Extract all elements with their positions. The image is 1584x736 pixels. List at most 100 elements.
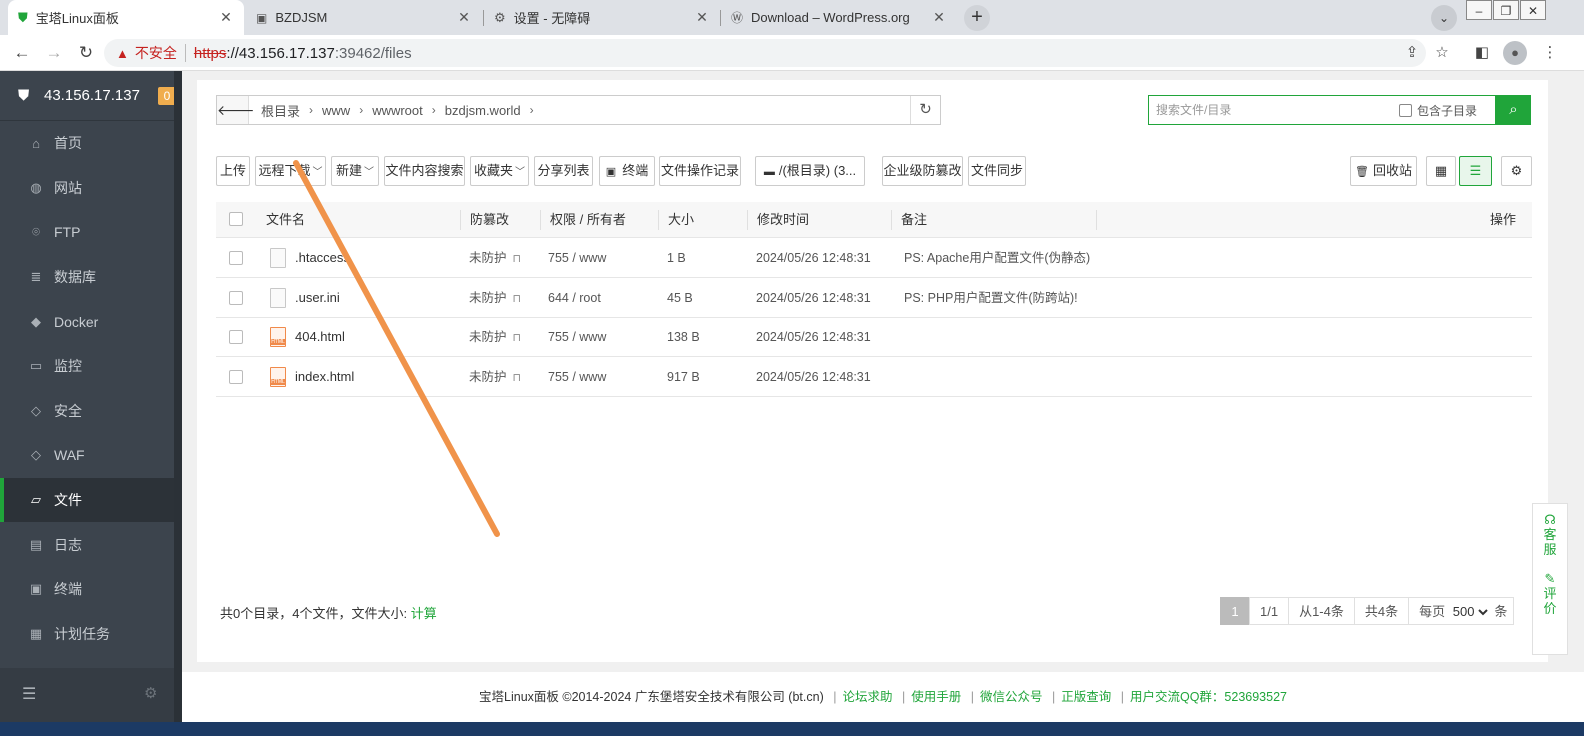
sidebar-item-5[interactable]: ▭ 监控 xyxy=(0,344,174,389)
close-icon[interactable]: ✕ xyxy=(931,9,947,26)
forward-icon[interactable]: → xyxy=(42,41,66,65)
per-page-label: 每页 xyxy=(1419,604,1446,619)
upload-button[interactable]: 上传 xyxy=(216,156,250,186)
new-button[interactable]: 新建 ﹀ xyxy=(331,156,379,186)
row-checkbox[interactable] xyxy=(229,251,243,265)
col-size[interactable]: 大小 xyxy=(668,202,694,238)
search-icon[interactable]: ⌕ xyxy=(1496,95,1531,125)
file-note[interactable]: PS: PHP用户配置文件(防跨站)! xyxy=(904,278,1078,318)
row-checkbox[interactable] xyxy=(229,369,243,384)
refresh-icon[interactable]: ↻ xyxy=(910,96,940,124)
qq-group-link[interactable]: 用户交流QQ群：523693527 xyxy=(1130,690,1287,704)
sidebar-item-4[interactable]: ◆ Docker xyxy=(0,299,174,344)
permission[interactable]: 755 / www xyxy=(548,238,606,278)
breadcrumb-item[interactable]: wwwroot xyxy=(366,103,429,118)
permission[interactable]: 644 / root xyxy=(548,278,601,318)
back-icon[interactable]: ← xyxy=(10,41,34,65)
search-input[interactable] xyxy=(1149,97,1399,123)
content-search-button[interactable]: 文件内容搜索 xyxy=(384,156,465,186)
breadcrumb-item[interactable]: bzdjsm.world xyxy=(439,103,527,118)
new-tab-button[interactable]: + xyxy=(964,5,990,31)
unlock-icon[interactable]: ⊓ xyxy=(513,253,522,265)
tab-bzdjsm[interactable]: ▣ BZDJSM ✕ xyxy=(246,0,482,35)
license-link[interactable]: 正版查询 xyxy=(1061,690,1111,704)
col-name[interactable]: 文件名 xyxy=(266,202,305,238)
list-view-icon[interactable]: ☰ xyxy=(1459,156,1492,186)
close-window-icon[interactable]: ✕ xyxy=(1520,0,1546,20)
col-mtime[interactable]: 修改时间 xyxy=(757,202,809,238)
per-page-select[interactable]: 500 xyxy=(1448,599,1491,624)
sidebar-item-11[interactable]: ▦ 计划任务 xyxy=(0,612,174,657)
op-log-button[interactable]: 文件操作记录 xyxy=(659,156,741,186)
customer-service-button[interactable]: ☊ 客服 xyxy=(1533,504,1567,557)
table-row[interactable]: 404.html 未防护⊓ 755 / www 138 B 2024/05/26 12:… xyxy=(216,317,1532,358)
review-button[interactable]: ✎ 评价 xyxy=(1533,557,1567,616)
page-current[interactable]: 1 xyxy=(1220,597,1250,625)
security-label[interactable]: 不安全 xyxy=(135,43,177,63)
tab-wordpress[interactable]: Ⓦ Download – WordPress.org ✕ xyxy=(721,0,957,35)
favorites-button[interactable]: 收藏夹 ﹀ xyxy=(470,156,529,186)
breadcrumb-item[interactable]: www xyxy=(316,103,356,118)
tab-settings[interactable]: ⚙ 设置 - 无障碍 ✕ xyxy=(484,0,720,35)
sidebar-item-2[interactable]: ⌾ FTP xyxy=(0,210,174,255)
restore-icon[interactable]: ❐ xyxy=(1493,0,1519,20)
manual-link[interactable]: 使用手册 xyxy=(911,690,961,704)
share-icon[interactable]: ⇪ xyxy=(1400,41,1424,65)
tab-search-icon[interactable]: ⌄ xyxy=(1431,5,1457,31)
permission[interactable]: 755 / www xyxy=(548,357,606,397)
grid-view-icon[interactable]: ▦ xyxy=(1426,156,1456,186)
collapse-menu-icon[interactable]: ☰ xyxy=(22,684,36,704)
permission[interactable]: 755 / www xyxy=(548,317,606,357)
menu-icon[interactable]: ⋮ xyxy=(1538,41,1562,65)
share-list-button[interactable]: 分享列表 xyxy=(534,156,593,186)
recycle-bin-button[interactable]: 🗑 回收站 xyxy=(1350,156,1417,186)
sidebar-item-3[interactable]: ≣ 数据库 xyxy=(0,255,174,300)
sidebar-item-8[interactable]: ▱ 文件 xyxy=(0,477,174,523)
settings-gear-icon[interactable]: ⚙ xyxy=(144,684,157,702)
remote-download-button[interactable]: 远程下载 ﹀ xyxy=(255,156,326,186)
file-note[interactable]: PS: Apache用户配置文件(伪静态) xyxy=(904,238,1090,278)
include-subdir-checkbox[interactable]: 包含子目录 xyxy=(1399,102,1477,119)
terminal-button[interactable]: ▣ 终端 xyxy=(599,156,655,186)
settings-icon[interactable]: ⚙ xyxy=(1501,156,1532,186)
file-name[interactable]: .user.ini xyxy=(295,278,340,318)
sidebar-item-1[interactable]: ◍ 网站 xyxy=(0,166,174,211)
sidebar-item-9[interactable]: ▤ 日志 xyxy=(0,522,174,567)
table-row[interactable]: .htaccess 未防护 ⊓ 755 / www 1 B 2024/05/26 12:4… xyxy=(216,238,1532,278)
wechat-link[interactable]: 微信公众号 xyxy=(980,690,1043,704)
back-arrow-icon[interactable]: 🡐 xyxy=(217,96,255,124)
reload-icon[interactable]: ↻ xyxy=(74,41,98,65)
file-name[interactable]: index.html xyxy=(295,357,354,397)
calculate-link[interactable]: 计算 xyxy=(411,606,437,621)
file-name[interactable]: 404.html xyxy=(295,317,345,357)
bookmark-star-icon[interactable]: ☆ xyxy=(1430,41,1454,65)
profile-avatar[interactable]: ● xyxy=(1503,41,1527,65)
table-row[interactable]: .user.ini 未防护 ⊓ 644 / root 45 B 2024/05/26 12… xyxy=(216,278,1532,318)
close-icon[interactable]: ✕ xyxy=(694,9,710,26)
forum-link[interactable]: 论坛求助 xyxy=(842,690,892,704)
unlock-icon[interactable]: ⊓ xyxy=(513,293,522,305)
file-name[interactable]: .htaccess xyxy=(295,238,350,278)
file-sync-button[interactable]: 文件同步 xyxy=(968,156,1026,186)
side-panel-icon[interactable]: ◧ xyxy=(1470,41,1494,65)
disk-button[interactable]: ▬/(根目录) (3... xyxy=(755,156,865,186)
tab-baota[interactable]: ⛊ 宝塔Linux面板 ✕ xyxy=(8,0,244,35)
sidebar-item-7[interactable]: ◇ WAF xyxy=(0,433,174,478)
row-checkbox[interactable] xyxy=(229,330,243,345)
sidebar-item-0[interactable]: ⌂ 首页 xyxy=(0,121,174,166)
close-icon[interactable]: ✕ xyxy=(218,9,234,26)
breadcrumb-item[interactable]: 根目录 xyxy=(255,101,306,120)
close-icon[interactable]: ✕ xyxy=(456,9,472,26)
sidebar-item-6[interactable]: ◇ 安全 xyxy=(0,389,174,434)
table-row[interactable]: index.html 未防护⊓ 755 / www 917 B 2024/05/26 1… xyxy=(216,357,1532,397)
select-all-checkbox[interactable] xyxy=(229,212,243,226)
unlock-icon[interactable]: ⊓ xyxy=(513,372,522,384)
minimize-icon[interactable]: – xyxy=(1466,0,1492,20)
row-checkbox[interactable] xyxy=(229,290,243,305)
checkbox[interactable] xyxy=(1399,103,1412,117)
address-bar[interactable]: ▲ 不安全 https://43.156.17.137:39462/files xyxy=(104,39,1426,67)
tamper-button[interactable]: 企业级防篡改 xyxy=(882,156,963,186)
unlock-icon[interactable]: ⊓ xyxy=(513,332,522,344)
sidebar-item-10[interactable]: ▣ 终端 xyxy=(0,567,174,612)
col-perm[interactable]: 权限 / 所有者 xyxy=(550,202,626,238)
